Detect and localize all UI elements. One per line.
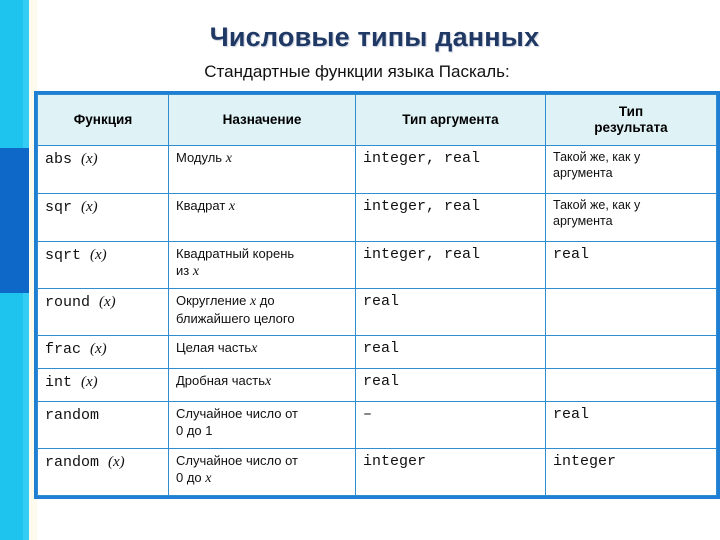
- purpose-variable: x: [249, 294, 257, 309]
- column-header-result-type-line2: результата: [594, 120, 668, 135]
- cell-result-type: Такой же, как у аргумента: [545, 193, 717, 242]
- purpose-variable: x: [225, 151, 232, 166]
- function-name: sqr: [45, 199, 73, 216]
- table-row: int (x) Дробная частьx real: [37, 368, 717, 402]
- page-subtitle: Стандартные функции языка Паскаль:: [204, 62, 510, 81]
- cell-arg-type: integer: [355, 448, 546, 496]
- purpose-text-tail: до: [259, 293, 275, 308]
- result-text-line1: Такой же, как у: [553, 150, 641, 164]
- purpose-variable: x: [205, 470, 212, 486]
- cell-arg-type: –: [355, 401, 546, 449]
- cell-purpose: Округление x до ближайшего целого: [168, 288, 356, 336]
- cell-purpose: Целая частьx: [168, 335, 356, 369]
- function-arg: (x): [90, 341, 107, 357]
- cell-function: random: [37, 401, 169, 449]
- purpose-text: Округление: [176, 293, 247, 308]
- table-row: frac (x) Целая частьx real: [37, 335, 717, 369]
- function-name: frac: [45, 341, 82, 358]
- purpose-variable: x: [192, 263, 200, 279]
- column-header-function: Функция: [37, 94, 169, 146]
- cell-function: int (x): [37, 368, 169, 402]
- function-name: random: [45, 454, 100, 471]
- purpose-text: Квадрат: [176, 198, 226, 213]
- purpose-text: Модуль: [176, 150, 223, 165]
- result-text-line2: аргумента: [553, 165, 613, 180]
- cell-result-type: [545, 368, 717, 402]
- slide-canvas: Числовые типы данных Стандартные функции…: [0, 0, 720, 540]
- purpose-text-line2: ближайшего целого: [176, 311, 295, 327]
- cell-result-type: real: [545, 401, 717, 449]
- table-header-row: Функция Назначение Тип аргумента Тип рез…: [37, 94, 717, 146]
- function-name: abs: [45, 151, 73, 168]
- purpose-variable: x: [228, 199, 236, 214]
- cell-purpose: Модуль x: [168, 145, 356, 194]
- cell-function: abs (x): [37, 145, 169, 194]
- cell-function: round (x): [37, 288, 169, 336]
- table-row: round (x) Округление x до ближайшего цело…: [37, 288, 717, 336]
- cell-arg-type: integer, real: [355, 241, 546, 289]
- function-arg: (x): [81, 374, 98, 390]
- cell-function: random (x): [37, 448, 169, 496]
- column-header-result-type: Тип результата: [545, 94, 717, 146]
- function-name: int: [45, 374, 73, 391]
- purpose-text: Целая часть: [176, 340, 252, 355]
- cell-function: frac (x): [37, 335, 169, 369]
- purpose-text-line2: 0 до: [176, 469, 202, 485]
- table-row: random (x) Случайное число от 0 до x inte…: [37, 448, 717, 496]
- cell-function: sqrt (x): [37, 241, 169, 289]
- cell-arg-type: real: [355, 288, 546, 336]
- table-row: sqrt (x) Квадратный корень из x integer, …: [37, 241, 717, 289]
- column-header-result-type-line1: Тип: [618, 104, 644, 120]
- standard-functions-table: Функция Назначение Тип аргумента Тип рез…: [37, 94, 717, 496]
- function-name: random: [45, 407, 100, 424]
- purpose-text: Дробная часть: [176, 373, 266, 388]
- cell-arg-type: integer, real: [355, 193, 546, 242]
- function-arg: (x): [81, 151, 98, 167]
- purpose-variable: x: [265, 374, 272, 389]
- purpose-text: Случайное число от: [176, 453, 298, 468]
- cell-result-type: [545, 335, 717, 369]
- cell-arg-type: real: [355, 335, 546, 369]
- left-accent-block-blue: [0, 148, 29, 293]
- function-arg: (x): [99, 294, 116, 310]
- cell-arg-type: integer, real: [355, 145, 546, 194]
- function-arg: (x): [81, 199, 98, 215]
- left-accent-rail-cream: [29, 0, 37, 540]
- table-row: random Случайное число от 0 до 1 – real: [37, 401, 717, 449]
- function-arg: (x): [90, 247, 107, 263]
- column-header-arg-type: Тип аргумента: [355, 94, 546, 146]
- function-arg: (x): [108, 454, 125, 470]
- cell-purpose: Квадратный корень из x: [168, 241, 356, 289]
- result-text-line2: аргумента: [553, 213, 613, 228]
- cell-result-type: integer: [545, 448, 717, 496]
- cell-result-type: real: [545, 241, 717, 289]
- function-name: sqrt: [45, 247, 82, 264]
- cell-purpose: Дробная частьx: [168, 368, 356, 402]
- function-name: round: [45, 294, 91, 311]
- purpose-text: Квадратный корень: [176, 246, 295, 261]
- cell-purpose: Случайное число от 0 до x: [168, 448, 356, 496]
- purpose-text-line2: 0 до 1: [176, 422, 213, 438]
- result-text-line1: Такой же, как у: [553, 198, 641, 212]
- table-row: sqr (x) Квадрат x integer, real Такой же…: [37, 193, 717, 242]
- cell-result-type: [545, 288, 717, 336]
- purpose-text-line2: из: [176, 262, 190, 278]
- cell-result-type: Такой же, как у аргумента: [545, 145, 717, 194]
- purpose-variable: x: [251, 341, 258, 356]
- purpose-text: Случайное число от: [176, 406, 298, 421]
- cell-function: sqr (x): [37, 193, 169, 242]
- column-header-purpose: Назначение: [168, 94, 356, 146]
- cell-arg-type: real: [355, 368, 546, 402]
- cell-purpose: Случайное число от 0 до 1: [168, 401, 356, 449]
- page-title: Числовые типы данных: [209, 22, 540, 52]
- table-row: abs (x) Модуль x integer, real Такой же,…: [37, 145, 717, 194]
- cell-purpose: Квадрат x: [168, 193, 356, 242]
